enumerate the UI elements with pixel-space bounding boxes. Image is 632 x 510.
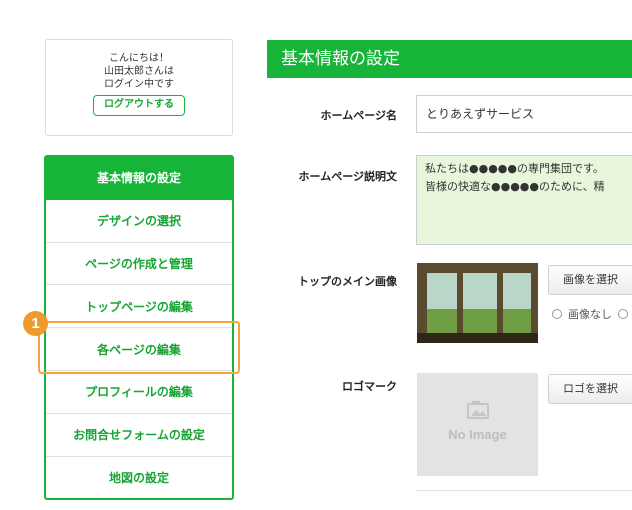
sidebar-item-contact-form[interactable]: お問合せフォームの設定	[46, 414, 232, 457]
sidebar-item-design-select[interactable]: デザインの選択	[46, 200, 232, 243]
greeting-text: こんにちは！	[109, 53, 169, 64]
homepage-name-label: ホームページ名	[320, 109, 397, 122]
user-name-text: 山田太郎さんは	[104, 66, 174, 77]
logo-placeholder: No Image	[417, 373, 538, 476]
step-number-badge: 1	[23, 311, 48, 336]
page-title: 基本情報の設定	[267, 40, 632, 78]
sidebar-item-each-page-edit[interactable]: 各ページの編集	[46, 328, 232, 371]
top-image-label: トップのメイン画像	[298, 275, 397, 288]
select-logo-button[interactable]: ロゴを選択	[548, 374, 632, 404]
no-image-radio-option[interactable]: 画像なし	[552, 306, 628, 322]
description-line-1: 私たちは●●●●●の専門集団です。	[425, 162, 604, 175]
homepage-description-textarea[interactable]: 私たちは●●●●●の専門集団です。 皆様の快適な●●●●●のために、精	[416, 155, 632, 245]
logout-button[interactable]: ログアウトする	[93, 95, 185, 116]
login-status-box: こんにちは！ 山田太郎さんは ログイン中です ログアウトする	[45, 39, 233, 136]
radio-icon[interactable]	[552, 309, 562, 319]
sidebar-item-top-page-edit[interactable]: トップページの編集	[46, 285, 232, 329]
section-divider	[416, 490, 632, 491]
top-main-image-thumbnail	[417, 263, 538, 343]
sidebar-menu: 基本情報の設定 デザインの選択 ページの作成と管理 トップページの編集 各ページ…	[44, 155, 234, 500]
homepage-name-input[interactable]: とりあえずサービス	[416, 95, 632, 133]
no-image-text: No Image	[448, 427, 507, 442]
image-placeholder-icon	[417, 401, 538, 423]
sidebar-item-map-settings[interactable]: 地図の設定	[46, 457, 232, 498]
sidebar-item-basic-settings[interactable]: 基本情報の設定	[46, 157, 232, 200]
description-line-2: 皆様の快適な●●●●●のために、精	[425, 180, 605, 193]
no-image-radio-label: 画像なし	[568, 308, 612, 321]
login-status-text: ログイン中です	[104, 79, 174, 90]
radio-icon[interactable]	[618, 309, 628, 319]
logo-mark-label: ロゴマーク	[342, 380, 397, 393]
sidebar-item-page-management[interactable]: ページの作成と管理	[46, 243, 232, 286]
sidebar-item-profile-edit[interactable]: プロフィールの編集	[46, 371, 232, 414]
homepage-description-label: ホームページ説明文	[298, 170, 397, 183]
select-image-button[interactable]: 画像を選択	[548, 265, 632, 295]
